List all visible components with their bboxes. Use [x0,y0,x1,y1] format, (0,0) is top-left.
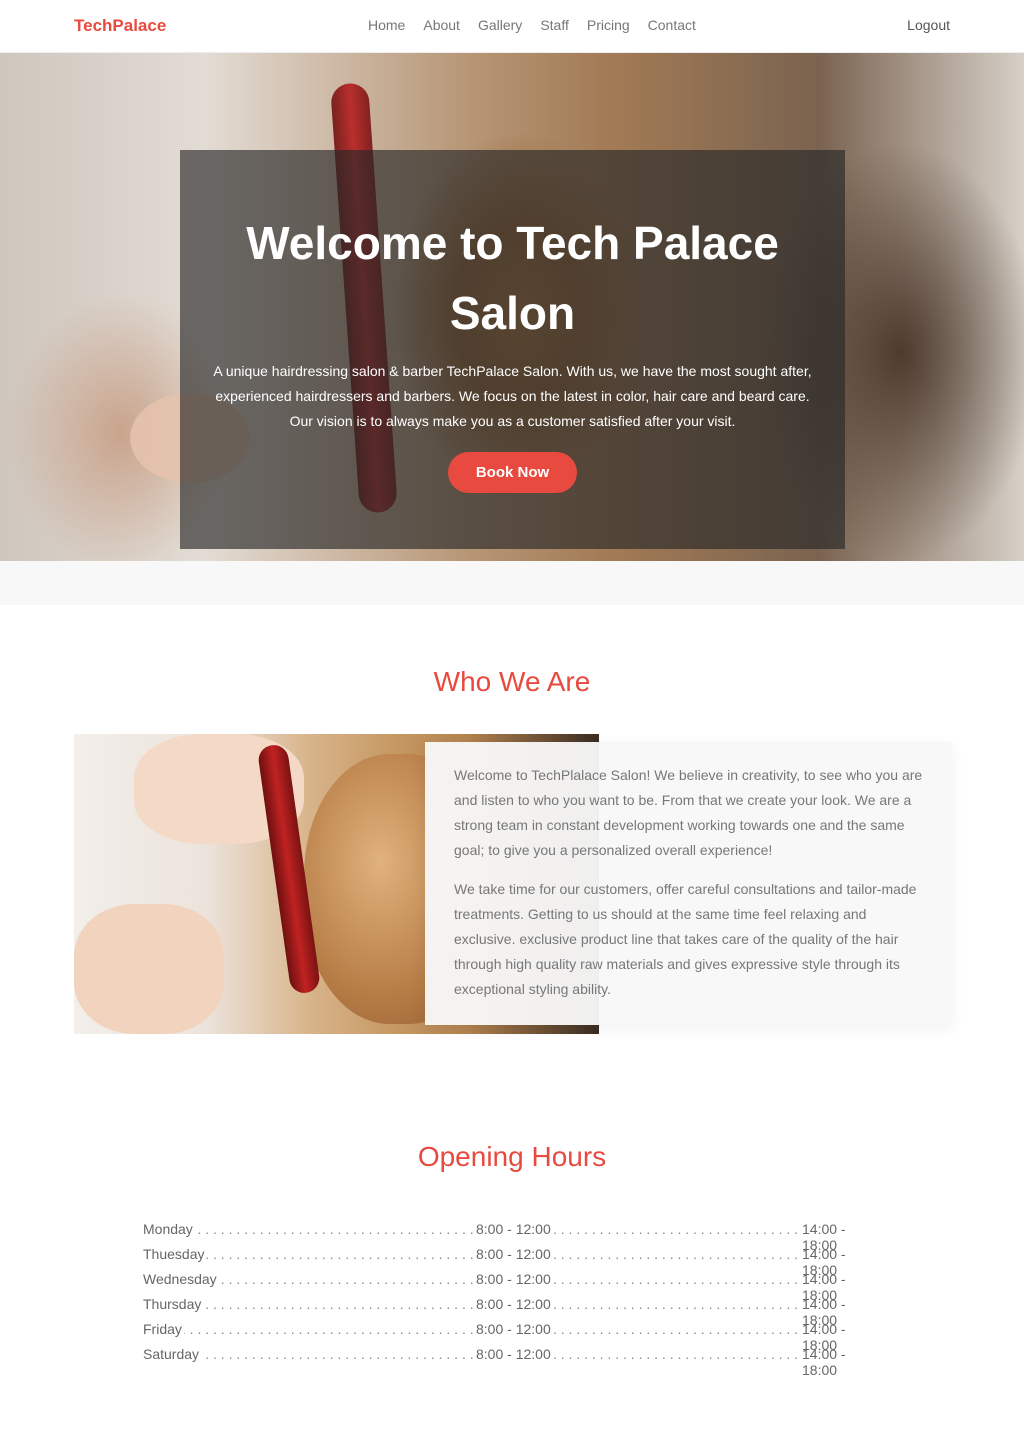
hours-row: . . . . . . . . . . . . . . . . . . . . … [143,1242,882,1278]
dot-leader: . . . . . . . . . . . . . . . . . . . . … [553,1321,798,1337]
hours-row: . . . . . . . . . . . . . . . . . . . . … [143,1342,882,1378]
day-label: Thursday [143,1296,204,1312]
book-now-button[interactable]: Book Now [448,452,577,493]
hero-title: Welcome to Tech Palace Salon [246,217,779,339]
dot-leader: . . . . . . . . . . . . . . . . . . . . … [553,1346,798,1362]
dot-leader: . . . . . . . . . . . . . . . . . . . . … [553,1221,798,1237]
nav-home-link[interactable]: Home [368,17,405,33]
nav-gallery-link[interactable]: Gallery [478,17,522,33]
nav-pricing-link[interactable]: Pricing [587,17,630,33]
section-divider [0,561,1024,605]
who-paragraph: Welcome to TechPlalace Salon! We believe… [454,767,923,858]
morning-hours: 8:00 - 12:00 [476,1296,551,1312]
navbar: TechPalace Home About Gallery Staff Pric… [0,0,1024,53]
day-label: Monday [143,1221,195,1237]
logout-link[interactable]: Logout [907,17,950,33]
morning-hours: 8:00 - 12:00 [476,1321,551,1337]
photo-hand-bottom [74,904,224,1034]
day-label: Friday [143,1321,184,1337]
opening-hours-list: . . . . . . . . . . . . . . . . . . . . … [143,1217,882,1378]
morning-hours: 8:00 - 12:00 [476,1271,551,1287]
day-label: Thuesday [143,1246,207,1262]
afternoon-hours: 14:00 - 18:00 [802,1346,846,1378]
morning-hours: 8:00 - 12:00 [476,1221,551,1237]
opening-hours-title: Opening Hours [417,1141,607,1172]
dot-leader: . . . . . . . . . . . . . . . . . . . . … [553,1246,798,1262]
nav-links: Home About Gallery Staff Pricing Contact [368,17,714,33]
nav-contact-link[interactable]: Contact [648,17,696,33]
day-label: Wednesday [143,1271,219,1287]
morning-hours: 8:00 - 12:00 [476,1246,551,1262]
hero-description: A unique hairdressing salon & barber Tec… [213,363,812,429]
who-we-are-title: Who We Are [433,666,591,697]
dot-leader: . . . . . . . . . . . . . . . . . . . . … [553,1271,798,1287]
hours-row: . . . . . . . . . . . . . . . . . . . . … [143,1267,882,1303]
brand-logo[interactable]: TechPalace [74,16,166,36]
dot-leader: . . . . . . . . . . . . . . . . . . . . … [143,1321,473,1337]
hours-row: . . . . . . . . . . . . . . . . . . . . … [143,1217,882,1253]
dot-leader: . . . . . . . . . . . . . . . . . . . . … [553,1296,798,1312]
hours-row: . . . . . . . . . . . . . . . . . . . . … [143,1292,882,1328]
nav-about-link[interactable]: About [423,17,460,33]
hero-section: Welcome to Tech Palace Salon A unique ha… [0,53,1024,561]
nav-staff-link[interactable]: Staff [540,17,569,33]
morning-hours: 8:00 - 12:00 [476,1346,551,1362]
day-label: Saturday [143,1346,202,1362]
who-we-are-card: Welcome to TechPlalace Salon! We believe… [425,742,952,1025]
hours-row: . . . . . . . . . . . . . . . . . . . . … [143,1317,882,1353]
who-paragraph: We take time for our customers, offer ca… [454,881,917,997]
